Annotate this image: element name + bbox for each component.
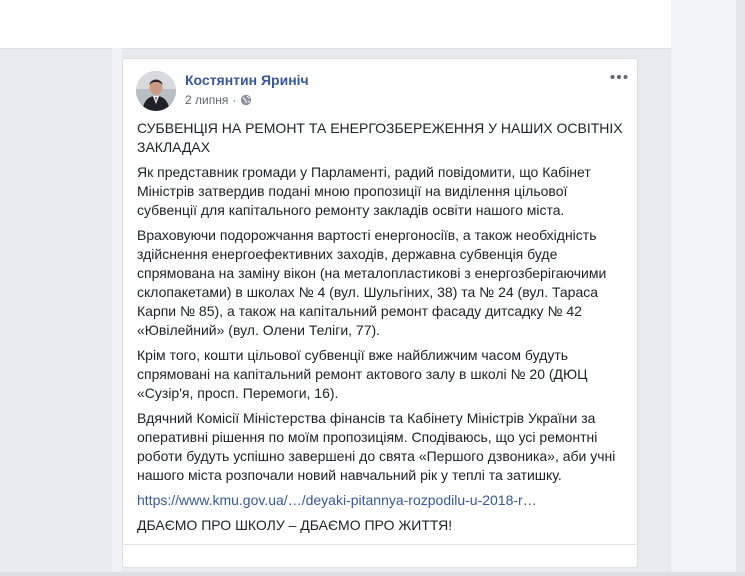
more-dots-icon[interactable] <box>609 69 629 85</box>
avatar-photo <box>136 71 176 111</box>
post-paragraph: Вдячний Комісії Міністерства фінансів та… <box>137 410 616 483</box>
post-body: СУБВЕНЦІЯ НА РЕМОНТ ТА ЕНЕРГОЗБЕРЕЖЕННЯ … <box>137 119 627 541</box>
right-sidebar <box>671 0 745 576</box>
globe-icon[interactable] <box>240 94 252 106</box>
avatar[interactable] <box>136 71 176 111</box>
post-date-link[interactable]: 2 липня <box>185 93 228 107</box>
left-gutter <box>112 48 122 576</box>
post-paragraph: Враховуючи подорожчання вартості енергон… <box>137 227 607 338</box>
post-closing: ДБАЄМО ПРО ШКОЛУ – ДБАЄМО ПРО ЖИТТЯ! <box>137 517 453 533</box>
post-paragraph: Як представник громади у Парламенті, рад… <box>137 164 591 218</box>
post-meta: 2 липня · <box>185 93 252 107</box>
post-headline: СУБВЕНЦІЯ НА РЕМОНТ ТА ЕНЕРГОЗБЕРЕЖЕННЯ … <box>137 120 623 155</box>
post-paragraph: Крім того, кошти цільової субвенції вже … <box>137 347 588 401</box>
facebook-post: Костянтин Яриніч 2 липня · СУБВЕНЦІЯ НА … <box>122 58 638 568</box>
author-name-link[interactable]: Костянтин Яриніч <box>185 72 309 88</box>
scrollbar-track[interactable] <box>736 0 745 576</box>
previous-post-card <box>0 0 671 49</box>
meta-separator: · <box>232 93 237 107</box>
post-footer <box>123 544 637 567</box>
external-link[interactable]: https://www.kmu.gov.ua/…/deyaki-pitannya… <box>137 491 627 510</box>
bottom-divider <box>0 572 745 576</box>
